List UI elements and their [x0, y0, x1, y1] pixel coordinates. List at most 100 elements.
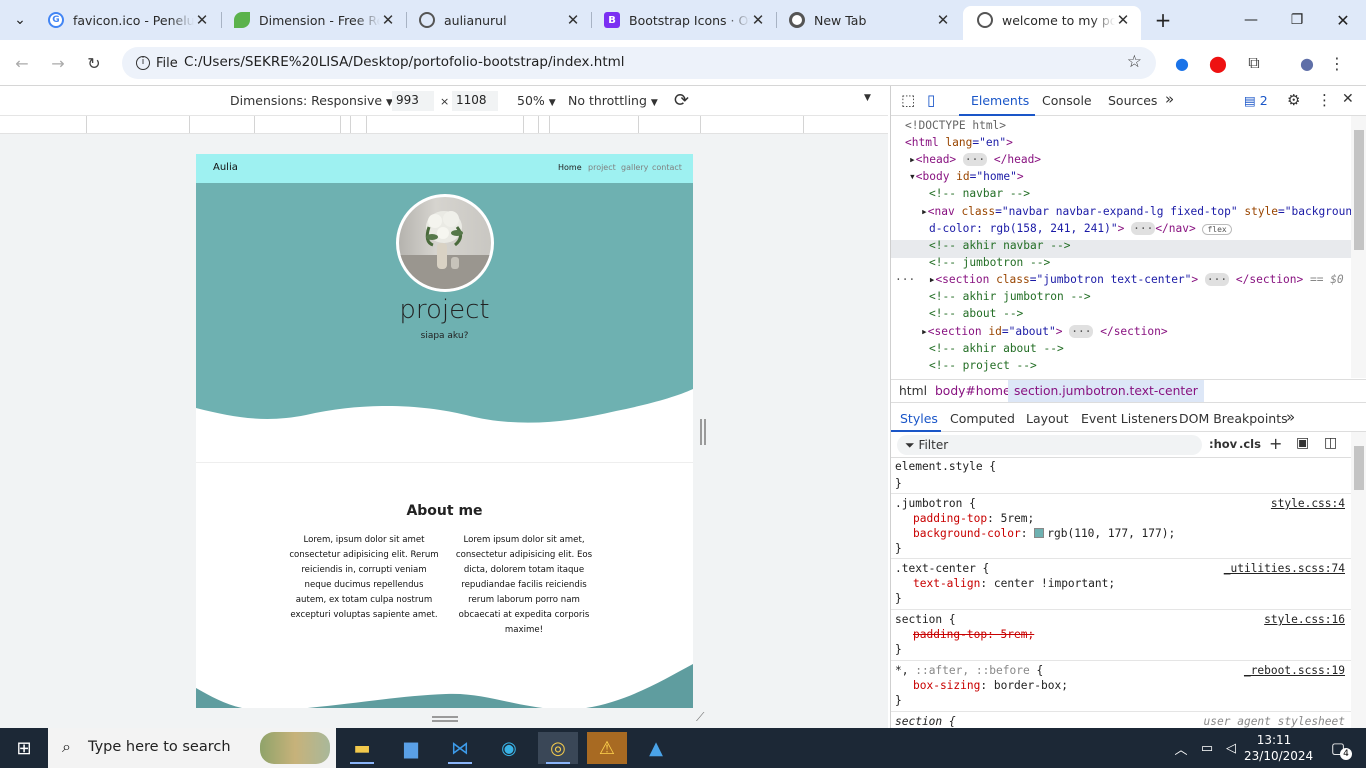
- edge-icon[interactable]: ◉: [489, 732, 529, 764]
- flex-badge[interactable]: flex: [1202, 224, 1232, 235]
- clock[interactable]: 13:11 23/10/2024: [1244, 732, 1313, 764]
- volume-muted-icon[interactable]: ◁: [1218, 732, 1244, 764]
- throttling-dropdown[interactable]: No throttling ▼: [568, 93, 658, 108]
- browser-tab[interactable]: Dimension - Free Resp ✕: [220, 6, 406, 34]
- style-rule[interactable]: element.style { }: [891, 458, 1351, 494]
- restore-icon[interactable]: ❐: [1274, 0, 1320, 40]
- dom-scrollbar[interactable]: [1351, 116, 1366, 378]
- height-input[interactable]: 1108: [452, 91, 498, 111]
- tab-computed[interactable]: Computed: [950, 411, 1015, 426]
- overridden-property[interactable]: padding-top: 5rem;: [913, 628, 1034, 641]
- windows-start-icon[interactable]: ⊞: [4, 732, 44, 764]
- kebab-menu-icon[interactable]: ⋮: [1323, 49, 1351, 77]
- style-source-link[interactable]: style.css:4: [1271, 497, 1345, 510]
- forward-arrow-icon[interactable]: →: [44, 49, 72, 77]
- breadcrumb-html[interactable]: html: [893, 380, 933, 402]
- extension-stop-icon[interactable]: ⬤: [1204, 49, 1232, 77]
- settings-gear-icon[interactable]: ⚙: [1287, 91, 1300, 109]
- dom-comment[interactable]: <!-- about -->: [929, 307, 1023, 320]
- minimize-icon[interactable]: —: [1228, 0, 1274, 40]
- profile-avatar-icon[interactable]: ●: [1293, 49, 1321, 77]
- close-tab-icon[interactable]: ✕: [565, 11, 581, 29]
- tab-console[interactable]: Console: [1042, 93, 1092, 108]
- style-source-link[interactable]: _reboot.scss:19: [1244, 664, 1345, 677]
- reload-icon[interactable]: ↻: [80, 49, 108, 77]
- address-bar[interactable]: i File C:/Users/SEKRE%20LISA/Desktop/por…: [122, 47, 1156, 79]
- color-swatch[interactable]: [1034, 528, 1045, 538]
- dimensions-dropdown[interactable]: Dimensions: Responsive ▼: [230, 93, 393, 108]
- taskbar-search[interactable]: ⌕ Type here to search: [48, 728, 336, 768]
- dom-tree[interactable]: <!DOCTYPE html> <html lang="en"> ▸<head>…: [891, 116, 1352, 378]
- app-icon[interactable]: ▆: [391, 732, 431, 764]
- browser-tab[interactable]: G favicon.ico - Penelusu ✕: [34, 6, 220, 34]
- browser-tab[interactable]: aulianurul ✕: [405, 6, 591, 34]
- vertical-resize-handle[interactable]: [700, 419, 706, 445]
- dom-line[interactable]: <!DOCTYPE html>: [905, 119, 1006, 132]
- style-rule[interactable]: section { style.css:16 padding-top: 5rem…: [891, 610, 1351, 661]
- extension-ghost-icon[interactable]: ●: [1168, 49, 1196, 77]
- sidebar-toggle-icon[interactable]: ◫: [1324, 435, 1337, 451]
- style-rule[interactable]: .text-center { _utilities.scss:74 text-a…: [891, 559, 1351, 610]
- cls-toggle[interactable]: .cls: [1239, 437, 1261, 451]
- more-tabs-icon[interactable]: »: [1286, 408, 1295, 426]
- paint-brush-icon[interactable]: ▣: [1296, 435, 1309, 451]
- dom-line[interactable]: d-color: rgb(158, 241, 241)"> ··· </nav> …: [929, 222, 1232, 235]
- tab-elements[interactable]: Elements: [971, 93, 1029, 108]
- device-toggle-icon[interactable]: ▯: [927, 91, 935, 109]
- style-source-link[interactable]: _utilities.scss:74: [1224, 562, 1345, 575]
- styles-filter-input[interactable]: ⏷ Filter: [897, 435, 1202, 455]
- close-tab-icon[interactable]: ✕: [380, 11, 396, 29]
- tab-styles[interactable]: Styles: [900, 411, 938, 426]
- dom-comment[interactable]: <!-- project -->: [929, 359, 1037, 372]
- dom-line[interactable]: ▸<nav class="navbar navbar-expand-lg fix…: [921, 205, 1352, 218]
- style-rule[interactable]: .jumbotron { style.css:4 padding-top: 5r…: [891, 494, 1351, 559]
- network-icon[interactable]: ▭: [1194, 732, 1220, 764]
- dom-comment[interactable]: <!-- jumbotron -->: [929, 256, 1050, 269]
- close-tab-icon[interactable]: ✕: [1115, 11, 1131, 29]
- rotate-icon[interactable]: ⟳: [674, 90, 689, 111]
- tab-event-listeners[interactable]: Event Listeners: [1081, 411, 1178, 426]
- width-input[interactable]: 993: [392, 91, 434, 111]
- dom-comment[interactable]: <!-- akhir navbar -->: [929, 239, 1070, 252]
- more-options-caret-icon[interactable]: ▼: [864, 93, 871, 103]
- styles-scrollbar[interactable]: [1351, 432, 1366, 728]
- breadcrumb-body[interactable]: body#home: [929, 380, 1017, 402]
- close-devtools-icon[interactable]: ✕: [1342, 91, 1354, 107]
- nav-link-contact[interactable]: contact: [652, 163, 682, 172]
- site-info-button[interactable]: i File: [130, 51, 186, 75]
- dom-line[interactable]: <html lang="en">: [905, 136, 1013, 149]
- nav-link-home[interactable]: Home: [558, 163, 582, 172]
- hov-toggle[interactable]: :hov: [1209, 437, 1237, 451]
- nav-link-project[interactable]: project: [588, 163, 616, 172]
- tab-sources[interactable]: Sources: [1108, 93, 1157, 108]
- site-brand[interactable]: Aulia: [213, 162, 238, 173]
- dom-line[interactable]: ▾<body id="home">: [909, 170, 1024, 183]
- new-tab-button[interactable]: +: [1140, 0, 1186, 40]
- style-rule[interactable]: *, ::after, ::before { _reboot.scss:19 b…: [891, 661, 1351, 712]
- kebab-menu-icon[interactable]: ⋮: [1317, 91, 1332, 109]
- browser-tab-active[interactable]: welcome to my porto ✕: [963, 6, 1141, 40]
- extensions-puzzle-icon[interactable]: ⧉: [1240, 49, 1268, 77]
- warning-app-icon[interactable]: ⚠: [587, 732, 627, 764]
- new-style-rule-icon[interactable]: +: [1269, 434, 1282, 453]
- chevron-up-icon[interactable]: ︿: [1168, 732, 1194, 764]
- more-tabs-icon[interactable]: »: [1165, 90, 1174, 108]
- notifications-icon[interactable]: ▢ 4: [1318, 732, 1358, 764]
- vscode-icon[interactable]: ⋈: [440, 732, 480, 764]
- back-arrow-icon[interactable]: ←: [8, 49, 36, 77]
- star-bookmark-icon[interactable]: ☆: [1127, 52, 1142, 72]
- close-tab-icon[interactable]: ✕: [194, 11, 210, 29]
- style-source-link[interactable]: style.css:16: [1264, 613, 1345, 626]
- browser-tab[interactable]: New Tab ✕: [775, 6, 961, 34]
- zoom-dropdown[interactable]: 50% ▼: [517, 93, 556, 108]
- media-query-ruler[interactable]: [0, 116, 888, 134]
- dom-comment[interactable]: <!-- akhir jumbotron -->: [929, 290, 1091, 303]
- tab-layout[interactable]: Layout: [1026, 411, 1069, 426]
- chrome-icon[interactable]: ◎: [538, 732, 578, 764]
- tab-dom-breakpoints[interactable]: DOM Breakpoints: [1179, 411, 1288, 426]
- issues-badge[interactable]: ▤ 2: [1244, 93, 1268, 108]
- breadcrumb-section[interactable]: section.jumbotron.text-center: [1008, 380, 1204, 402]
- close-window-icon[interactable]: ✕: [1320, 0, 1366, 40]
- dom-comment[interactable]: <!-- akhir about -->: [929, 342, 1064, 355]
- file-explorer-icon[interactable]: ▬: [342, 732, 382, 764]
